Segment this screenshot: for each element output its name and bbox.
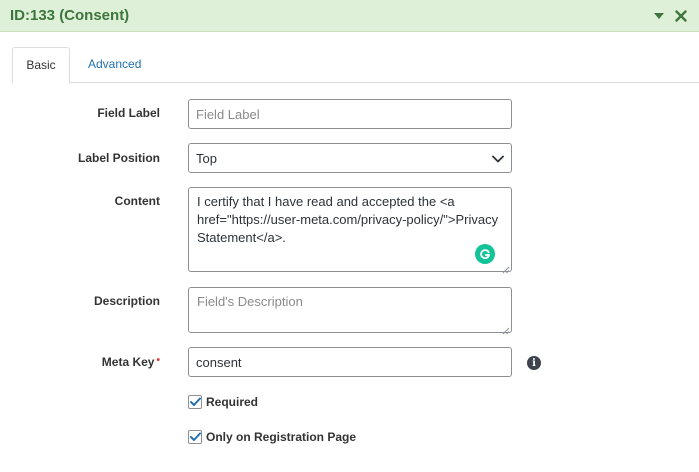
- required-checkbox-row[interactable]: Required: [188, 395, 258, 409]
- required-checkbox[interactable]: [188, 395, 202, 409]
- close-icon[interactable]: [673, 8, 689, 24]
- panel-title: ID:133 (Consent): [10, 7, 130, 24]
- tab-advanced[interactable]: Advanced: [74, 47, 155, 83]
- info-icon[interactable]: i: [527, 356, 541, 370]
- panel-header: ID:133 (Consent): [0, 0, 699, 32]
- required-label: Required: [206, 395, 259, 409]
- label-position-label: Label Position: [77, 151, 160, 165]
- description-label: Description: [93, 294, 160, 308]
- description-textarea[interactable]: [188, 287, 512, 333]
- grammarly-icon[interactable]: [475, 244, 495, 264]
- content-textarea[interactable]: I certify that I have read and accepted …: [188, 187, 512, 272]
- required-marker: •: [156, 355, 160, 366]
- meta-key-input[interactable]: [188, 347, 512, 377]
- header-controls: [651, 8, 689, 24]
- tab-basic[interactable]: Basic: [12, 47, 70, 84]
- content-label: Content: [114, 194, 160, 208]
- resize-handle-icon[interactable]: [502, 323, 510, 335]
- field-label-input[interactable]: [188, 99, 512, 129]
- label-position-value: Top: [196, 150, 217, 166]
- tab-bar: Basic Advanced: [12, 47, 699, 84]
- chevron-down-icon: [492, 151, 504, 166]
- field-label-label: Field Label: [97, 106, 160, 120]
- meta-key-label: Meta Key •: [0, 355, 160, 369]
- meta-key-label-text: Meta Key: [101, 355, 155, 369]
- registration-only-label: Only on Registration Page: [206, 430, 357, 444]
- resize-handle-icon[interactable]: [502, 262, 510, 274]
- checkmark-icon: [189, 397, 201, 406]
- checkmark-icon: [189, 432, 201, 441]
- registration-only-checkbox[interactable]: [188, 430, 202, 444]
- registration-only-checkbox-row[interactable]: Only on Registration Page: [188, 430, 356, 444]
- collapse-caret-icon[interactable]: [651, 8, 667, 24]
- label-position-select[interactable]: Top: [188, 143, 512, 173]
